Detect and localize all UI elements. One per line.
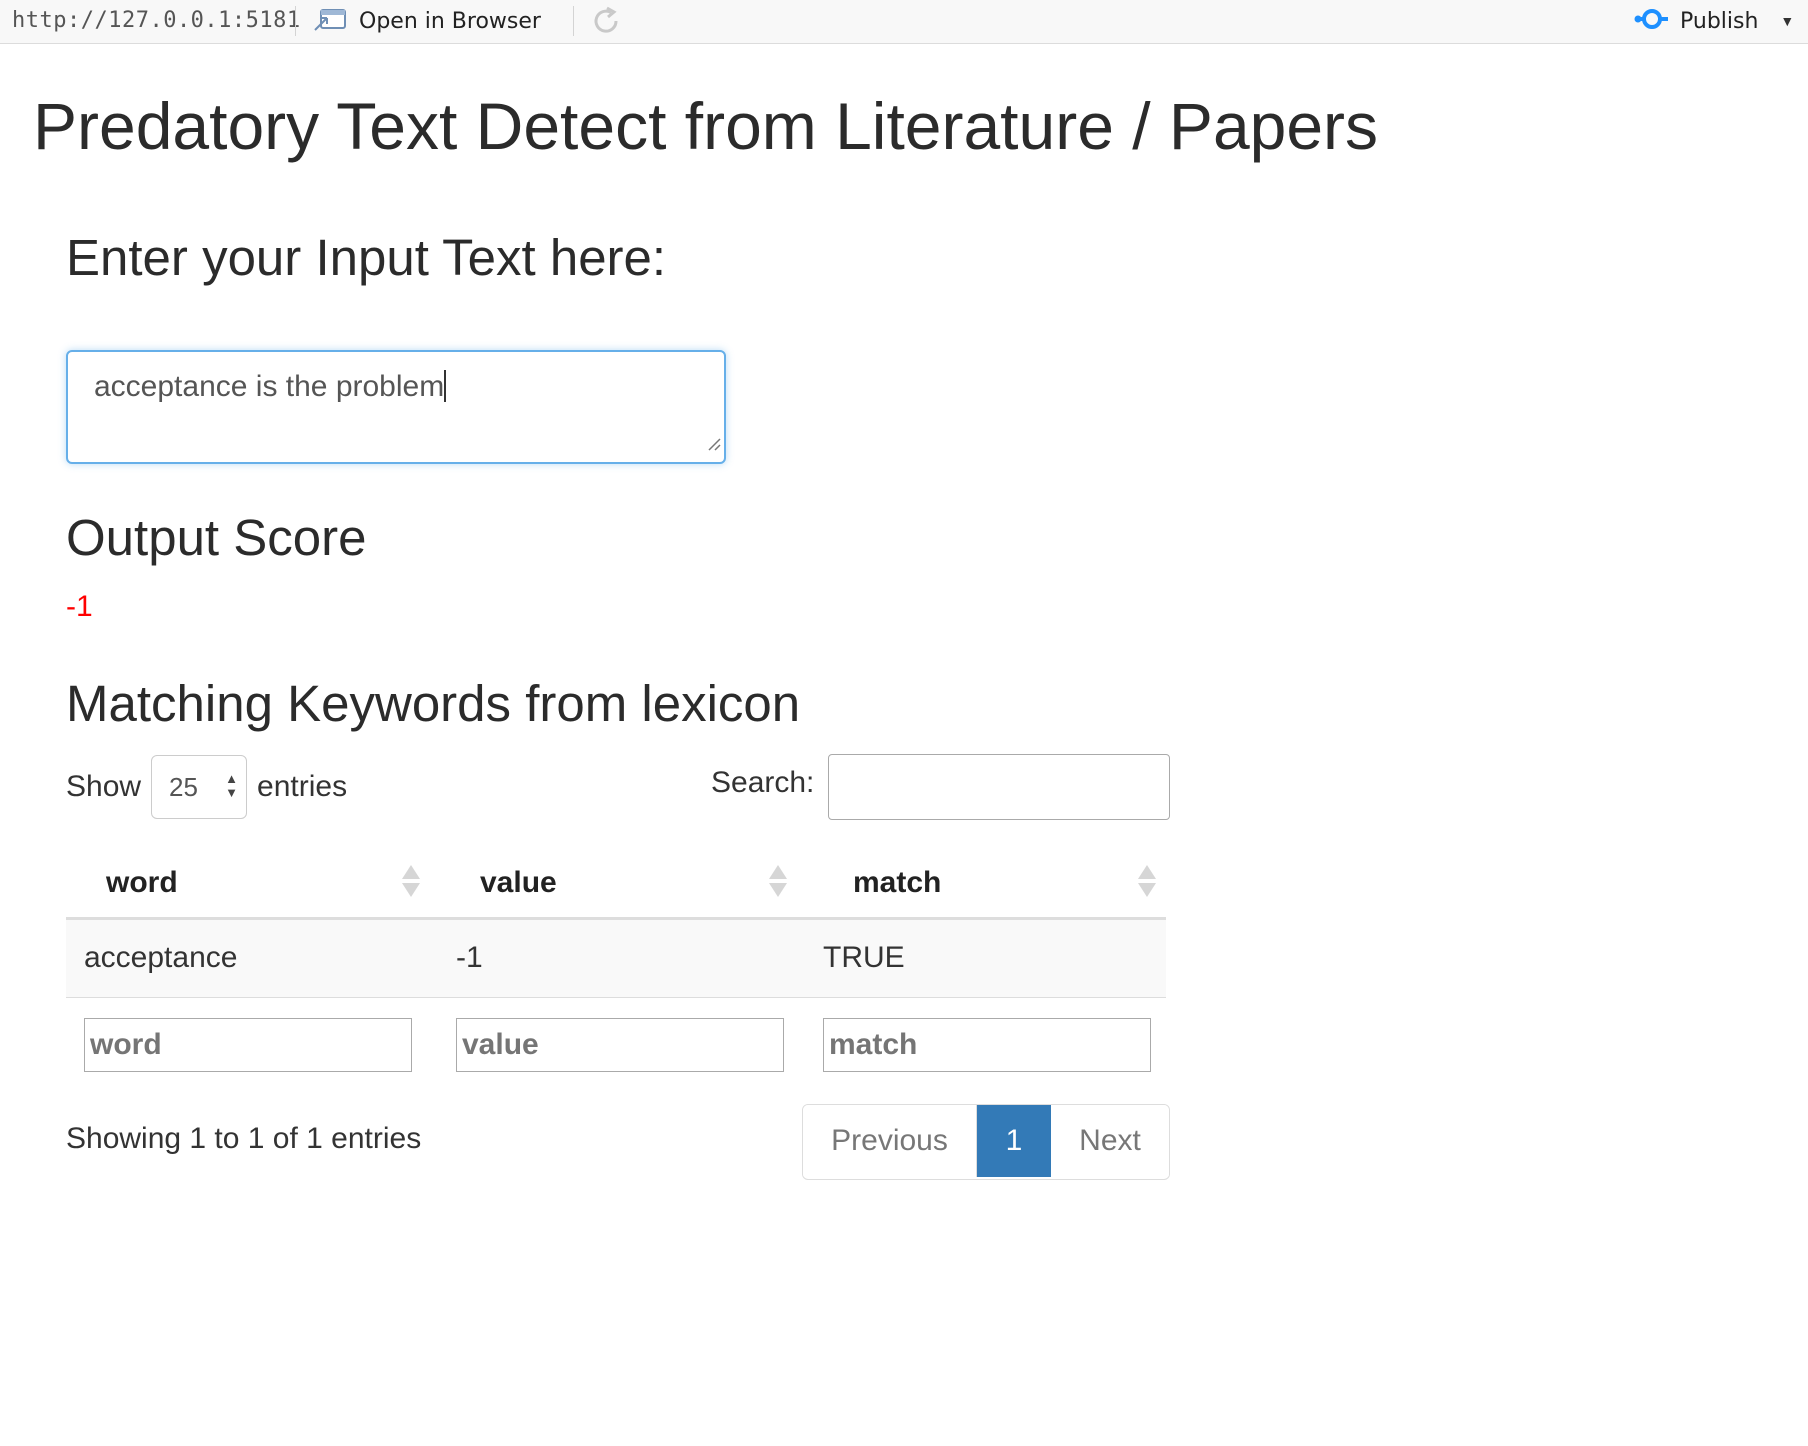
show-label: Show [66, 770, 142, 803]
open-in-browser-icon [313, 6, 359, 37]
refresh-icon[interactable] [589, 4, 623, 43]
entries-label: entries [257, 770, 348, 803]
keywords-table: word value match acceptance -1 TRUE word [66, 850, 1166, 1092]
text-cursor [444, 370, 447, 402]
input-text-area[interactable]: acceptance is the problem [66, 350, 726, 464]
resize-handle-icon[interactable] [705, 425, 721, 459]
output-heading: Output Score [66, 509, 367, 566]
table-row[interactable]: acceptance -1 TRUE [66, 918, 1166, 998]
entries-per-page-value: 25 [169, 771, 198, 802]
search-input[interactable] [828, 754, 1170, 820]
filter-input-word[interactable]: word [84, 1017, 412, 1072]
table-cell-word: acceptance [66, 918, 430, 998]
next-page-button[interactable]: Next [1051, 1105, 1169, 1177]
keywords-heading: Matching Keywords from lexicon [66, 675, 801, 732]
column-header-word[interactable]: word [66, 850, 430, 920]
entries-length-control: Show 25 ▲ ▼ entries [66, 754, 347, 820]
publish-label: Publish [1680, 8, 1759, 34]
url-display: http://127.0.0.1:5181 [12, 8, 301, 33]
entries-per-page-select[interactable]: 25 ▲ ▼ [151, 755, 248, 819]
page-1-button[interactable]: 1 [977, 1105, 1051, 1177]
chevron-down-icon[interactable]: ▼ [1780, 13, 1794, 29]
open-in-browser-label: Open in Browser [359, 8, 541, 34]
column-header-label: word [106, 866, 178, 900]
filter-input-match[interactable]: match [823, 1017, 1151, 1072]
sort-icon [402, 865, 420, 897]
table-cell-value: -1 [430, 918, 797, 998]
sort-icon [769, 865, 787, 897]
input-text-value: acceptance is the problem [94, 370, 445, 403]
input-heading: Enter your Input Text here: [66, 229, 667, 286]
page-title: Predatory Text Detect from Literature / … [33, 89, 1379, 163]
toolbar-divider [573, 6, 574, 36]
column-header-match[interactable]: match [797, 850, 1166, 920]
publish-button[interactable]: Publish ▼ [1634, 6, 1794, 36]
column-filter-row: word value match [66, 997, 1166, 1092]
pagination: Previous 1 Next [802, 1104, 1170, 1180]
open-in-browser-button[interactable]: Open in Browser [313, 6, 541, 36]
column-header-value[interactable]: value [430, 850, 797, 920]
publish-icon [1634, 5, 1670, 38]
column-header-label: value [480, 866, 557, 900]
viewer-toolbar: http://127.0.0.1:5181 Open in Browser Pu… [0, 0, 1808, 44]
column-header-label: match [853, 866, 942, 900]
sort-icon [1138, 865, 1156, 897]
previous-page-button[interactable]: Previous [803, 1105, 977, 1177]
select-arrows-icon: ▲ ▼ [225, 771, 239, 800]
filter-input-value[interactable]: value [456, 1017, 784, 1072]
table-cell-match: TRUE [797, 918, 1166, 998]
output-score-value: -1 [66, 590, 93, 623]
search-label: Search: [711, 766, 815, 799]
table-info: Showing 1 to 1 of 1 entries [66, 1122, 422, 1155]
toolbar-divider [295, 6, 296, 36]
